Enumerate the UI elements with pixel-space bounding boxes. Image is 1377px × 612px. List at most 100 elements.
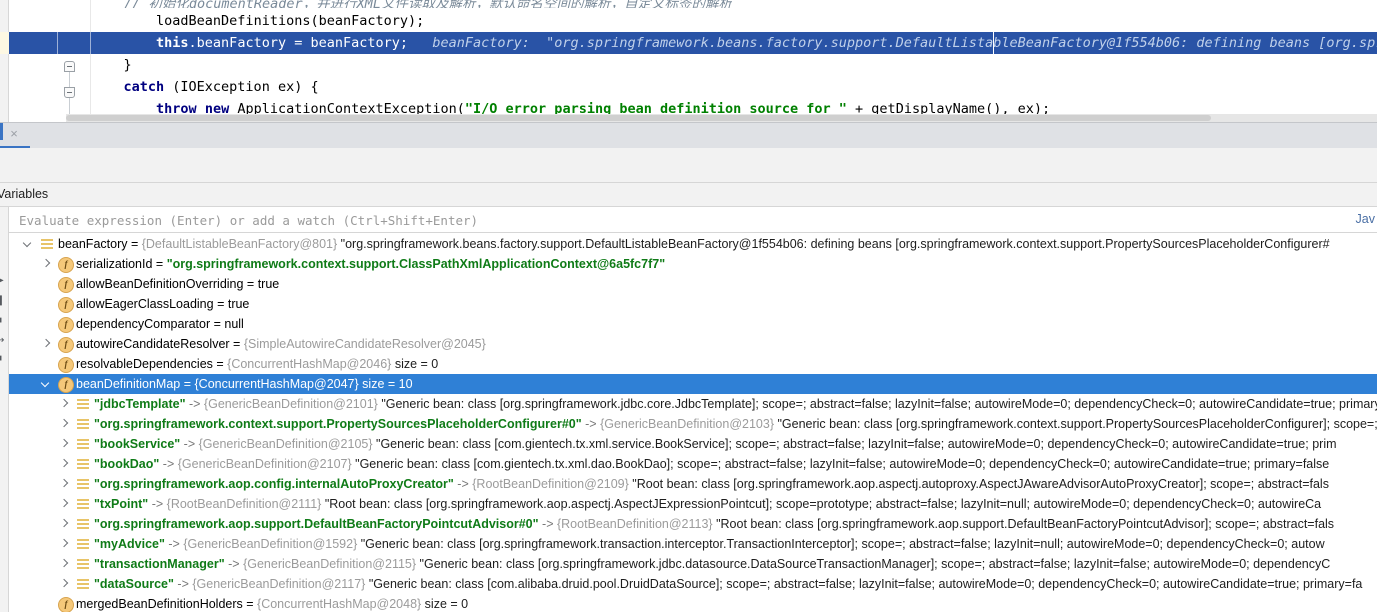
variables-tree-row[interactable]: "bookDao" -> {GenericBeanDefinition@2107…: [9, 454, 1377, 474]
variables-tree-row[interactable]: "dataSource" -> {GenericBeanDefinition@2…: [9, 574, 1377, 594]
chevron-right-icon[interactable]: [39, 334, 53, 354]
variable-type: {GenericBeanDefinition@2107}: [177, 457, 352, 471]
field-icon: [58, 377, 74, 393]
variables-tree-row[interactable]: "bookService" -> {GenericBeanDefinition@…: [9, 434, 1377, 454]
variables-tree-row[interactable]: "org.springframework.aop.config.internal…: [9, 474, 1377, 494]
stop-icon[interactable]: ■: [0, 315, 8, 327]
chevron-right-icon[interactable]: [39, 254, 53, 274]
code-line-text: this.beanFactory = beanFactory; beanFact…: [91, 32, 1377, 54]
map-arrow: ->: [180, 437, 199, 451]
editor-scrollbar-thumb[interactable]: [66, 115, 1211, 121]
chevron-right-icon[interactable]: [57, 474, 71, 494]
variables-tree-row[interactable]: "org.springframework.context.support.Pro…: [9, 414, 1377, 434]
step-over-icon[interactable]: ↪: [0, 335, 8, 347]
variable-name: serializationId: [76, 257, 153, 271]
evaluate-language-label[interactable]: Jav: [1356, 212, 1375, 226]
code-line-line-catch[interactable]: catch (IOException ex) {: [0, 76, 1377, 98]
variable-description: "org.springframework.beans.factory.suppo…: [337, 237, 1330, 251]
variables-tree-row[interactable]: "jdbcTemplate" -> {GenericBeanDefinition…: [9, 394, 1377, 414]
variables-tree-row[interactable]: mergedBeanDefinitionHolders = {Concurren…: [9, 594, 1377, 612]
variable-name: "dataSource": [94, 577, 174, 591]
map-entry-icon: [76, 397, 90, 411]
variables-row-text: "myAdvice" -> {GenericBeanDefinition@159…: [94, 534, 1325, 554]
variable-type: {GenericBeanDefinition@2103}: [600, 417, 774, 431]
variable-name: "org.springframework.aop.support.Default…: [94, 517, 539, 531]
fold-line-1: [69, 72, 70, 87]
variables-panel-header: Variables: [0, 183, 1377, 207]
chevron-down-icon[interactable]: [39, 374, 53, 394]
variables-tree-row-selected[interactable]: beanDefinitionMap = {ConcurrentHashMap@2…: [9, 374, 1377, 394]
chevron-right-icon[interactable]: [57, 434, 71, 454]
variables-tree-row[interactable]: dependencyComparator = null: [9, 314, 1377, 334]
map-arrow: ->: [148, 497, 167, 511]
variable-value: true: [257, 277, 280, 291]
variables-row-text: "org.springframework.aop.config.internal…: [94, 474, 1329, 494]
debugger-toolbar-area: [0, 148, 1377, 183]
variables-tree-row[interactable]: "txPoint" -> {RootBeanDefinition@2111} "…: [9, 494, 1377, 514]
variables-tree-row[interactable]: beanFactory = {DefaultListableBeanFactor…: [9, 234, 1377, 254]
variable-type: {RootBeanDefinition@2111}: [166, 497, 322, 511]
variables-tree-row[interactable]: "myAdvice" -> {GenericBeanDefinition@159…: [9, 534, 1377, 554]
variables-row-text: "org.springframework.context.support.Pro…: [94, 414, 1377, 434]
resume-icon[interactable]: ▶: [0, 275, 8, 287]
chevron-right-icon[interactable]: [57, 514, 71, 534]
chevron-right-icon[interactable]: [57, 534, 71, 554]
variables-tree-row[interactable]: allowEagerClassLoading = true: [9, 294, 1377, 314]
variables-tree-row[interactable]: "org.springframework.aop.support.Default…: [9, 514, 1377, 534]
variables-tree-row[interactable]: resolvableDependencies = {ConcurrentHash…: [9, 354, 1377, 374]
code-line-text: catch (IOException ex) {: [91, 76, 319, 98]
pause-icon[interactable]: ❚: [0, 295, 8, 307]
chevron-right-icon[interactable]: [57, 454, 71, 474]
code-line-line-assign-highlighted[interactable]: this.beanFactory = beanFactory; beanFact…: [0, 32, 1377, 54]
code-line-text: }: [91, 54, 132, 76]
variables-row-text: "bookService" -> {GenericBeanDefinition@…: [94, 434, 1337, 454]
map-arrow: ->: [453, 477, 473, 491]
variables-row-text: beanDefinitionMap = {ConcurrentHashMap@2…: [76, 374, 413, 394]
field-icon: [58, 297, 74, 313]
evaluate-expression-input[interactable]: [17, 207, 1267, 233]
chevron-right-icon[interactable]: [57, 554, 71, 574]
chevron-down-icon[interactable]: [21, 234, 35, 254]
field-icon: [58, 277, 74, 293]
variables-tree[interactable]: beanFactory = {DefaultListableBeanFactor…: [9, 234, 1377, 612]
variable-name: beanDefinitionMap: [76, 377, 181, 391]
fold-collapse-icon-1[interactable]: [64, 61, 75, 72]
camera-icon[interactable]: ■: [0, 353, 8, 365]
code-editor[interactable]: // 初始化documentReader，并进行XML文件读取及解析，默认命名空…: [0, 0, 1377, 122]
debugger-side-toolbar[interactable]: ▶ ❚ ■ ↪ ■: [0, 183, 9, 612]
variables-tree-row[interactable]: "transactionManager" -> {GenericBeanDefi…: [9, 554, 1377, 574]
text-caret: [993, 32, 994, 54]
map-entry-icon: [76, 557, 90, 571]
debugger-tabstrip[interactable]: ×: [0, 122, 1377, 149]
map-entry-icon: [76, 417, 90, 431]
variable-type: {SimpleAutowireCandidateResolver@2045}: [243, 337, 486, 351]
inline-debugger-value-hint[interactable]: beanFactory: "org.springframework.beans.…: [408, 35, 1377, 51]
fold-collapse-icon-2[interactable]: [64, 87, 75, 98]
variables-row-text: "org.springframework.aop.support.Default…: [94, 514, 1334, 534]
variable-name: mergedBeanDefinitionHolders: [76, 597, 243, 611]
variables-tree-row[interactable]: allowBeanDefinitionOverriding = true: [9, 274, 1377, 294]
variable-name: resolvableDependencies: [76, 357, 213, 371]
map-arrow: ->: [159, 457, 178, 471]
equals-sign: =: [212, 357, 228, 371]
code-line-line-load[interactable]: loadBeanDefinitions(beanFactory);: [0, 10, 1377, 32]
editor-horizontal-scrollbar[interactable]: [66, 114, 1377, 122]
fold-line-2: [69, 98, 70, 114]
tab-active[interactable]: ×: [0, 123, 30, 149]
map-entry-icon: [76, 537, 90, 551]
chevron-right-icon[interactable]: [57, 394, 71, 414]
chevron-right-icon[interactable]: [57, 574, 71, 594]
idea-debugger-window: // 初始化documentReader，并进行XML文件读取及解析，默认命名空…: [0, 0, 1377, 612]
variable-description: size = 0: [421, 597, 469, 611]
evaluate-expression-bar[interactable]: Jav: [9, 207, 1377, 233]
code-line-line-close-brace[interactable]: }: [0, 54, 1377, 76]
variables-row-text: "txPoint" -> {RootBeanDefinition@2111} "…: [94, 494, 1321, 514]
close-icon[interactable]: ×: [7, 127, 21, 141]
variable-type: {RootBeanDefinition@2109}: [472, 477, 629, 491]
field-icon: [58, 317, 74, 333]
variables-tree-row[interactable]: serializationId = "org.springframework.c…: [9, 254, 1377, 274]
chevron-right-icon[interactable]: [57, 494, 71, 514]
chevron-right-icon[interactable]: [57, 414, 71, 434]
variables-tree-row[interactable]: autowireCandidateResolver = {SimpleAutow…: [9, 334, 1377, 354]
variable-name: beanFactory: [58, 237, 128, 251]
